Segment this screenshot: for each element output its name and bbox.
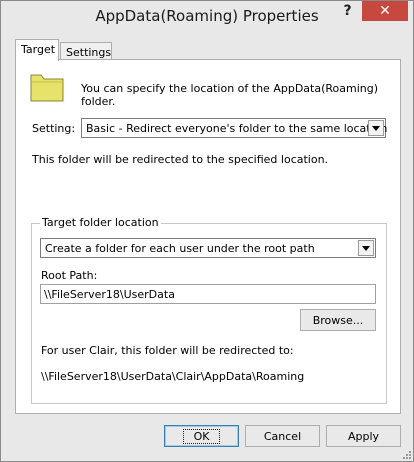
chevron-down-icon[interactable] (358, 240, 374, 256)
help-icon[interactable]: ? (334, 1, 361, 21)
setting-dropdown[interactable]: Basic - Redirect everyone's folder to th… (81, 118, 388, 138)
intro-text: You can specify the location of the AppD… (81, 82, 379, 108)
chevron-down-icon[interactable] (368, 120, 384, 136)
title-bar[interactable]: AppData(Roaming) Properties ? ✕ (1, 1, 413, 32)
target-tab-panel: You can specify the location of the AppD… (15, 59, 401, 414)
tab-settings[interactable]: Settings (60, 42, 112, 60)
apply-button[interactable]: Apply (326, 425, 401, 447)
resize-grip-icon[interactable] (401, 449, 411, 459)
setting-dropdown-value: Basic - Redirect everyone's folder to th… (86, 122, 388, 135)
ok-button-label: OK (182, 429, 221, 444)
redirect-user-label: For user Clair, this folder will be redi… (41, 344, 294, 357)
group-label: Target folder location (40, 216, 161, 229)
root-path-label: Root Path: (41, 269, 98, 282)
redirect-user-path: \\FileServer18\UserData\Clair\AppData\Ro… (41, 370, 305, 383)
properties-dialog: AppData(Roaming) Properties ? ✕ Target S… (0, 0, 414, 462)
target-folder-group: Target folder location Create a folder f… (31, 216, 387, 404)
target-folder-dropdown[interactable]: Create a folder for each user under the … (40, 238, 376, 258)
redirect-note: This folder will be redirected to the sp… (32, 153, 329, 166)
cancel-button[interactable]: Cancel (245, 425, 320, 447)
root-path-input[interactable]: \\FileServer18\UserData (40, 284, 376, 304)
browse-button[interactable]: Browse... (300, 309, 376, 331)
tab-target[interactable]: Target (15, 39, 59, 61)
close-icon[interactable]: ✕ (362, 1, 408, 21)
folder-icon (30, 74, 64, 102)
target-folder-dropdown-value: Create a folder for each user under the … (45, 242, 315, 255)
setting-label: Setting: (32, 122, 76, 135)
ok-button[interactable]: OK (164, 425, 239, 447)
